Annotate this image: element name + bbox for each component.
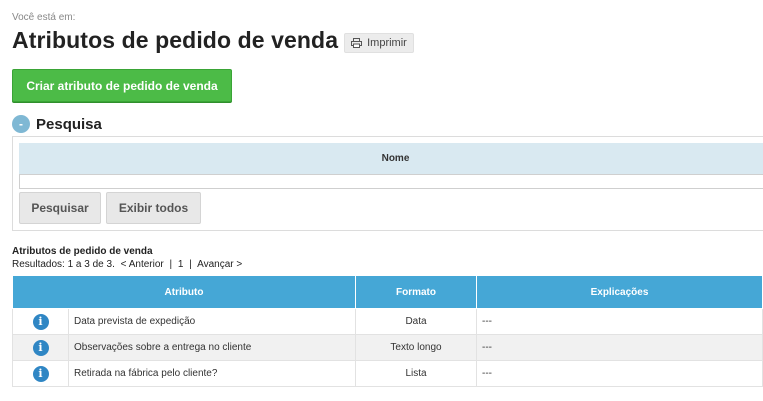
column-header-attribute[interactable]: Atributo (12, 275, 356, 309)
results-title: Atributos de pedido de venda (12, 246, 153, 257)
attribute-cell: Data prevista de expedição (68, 308, 356, 335)
table-row: i Observações sobre a entrega no cliente… (12, 334, 763, 361)
page-number[interactable]: 1 (178, 259, 184, 270)
pagination-separator: | (189, 259, 192, 270)
table-header-row: Atributo Formato Explicações (12, 275, 763, 309)
table-row: i Data prevista de expedição Data --- (12, 308, 763, 335)
previous-page-link[interactable]: < Anterior (121, 259, 164, 270)
format-cell: Texto longo (355, 334, 477, 361)
column-header-format[interactable]: Formato (355, 275, 477, 309)
printer-icon (351, 37, 363, 48)
format-cell: Data (355, 308, 477, 335)
column-header-explanations[interactable]: Explicações (476, 275, 763, 309)
attribute-cell: Retirada na fábrica pelo cliente? (68, 360, 356, 387)
explanation-cell: --- (476, 360, 763, 387)
results-pagination: Resultados: 1 a 3 de 3. < Anterior | 1 |… (12, 259, 245, 270)
search-panel: Nome Pesquisar Exibir todos (12, 136, 763, 231)
search-title: Pesquisa (36, 115, 102, 133)
print-label: Imprimir (367, 36, 407, 49)
explanation-cell: --- (476, 334, 763, 361)
name-column-header: Nome (19, 143, 763, 174)
info-icon[interactable]: i (32, 365, 49, 382)
breadcrumb: Você está em: (12, 12, 76, 23)
next-page-link[interactable]: Avançar > (197, 259, 242, 270)
table-row: i Retirada na fábrica pelo cliente? List… (12, 360, 763, 387)
search-button[interactable]: Pesquisar (19, 192, 101, 224)
search-section-header: - Pesquisa (12, 115, 102, 133)
show-all-button[interactable]: Exibir todos (106, 192, 201, 224)
info-icon[interactable]: i (32, 339, 49, 356)
print-button[interactable]: Imprimir (344, 32, 414, 53)
create-attribute-button[interactable]: Criar atributo de pedido de venda (12, 69, 232, 102)
pagination-separator: | (169, 259, 173, 270)
title-row: Atributos de pedido de venda Imprimir (12, 27, 414, 54)
page-title: Atributos de pedido de venda (12, 27, 339, 53)
explanation-cell: --- (476, 308, 763, 335)
name-search-input[interactable] (19, 174, 763, 189)
info-icon[interactable]: i (32, 313, 49, 330)
format-cell: Lista (355, 360, 477, 387)
results-summary: Resultados: 1 a 3 de 3. (12, 259, 115, 270)
attribute-cell: Observações sobre a entrega no cliente (68, 334, 356, 361)
results-table: Atributo Formato Explicações i Data prev… (12, 275, 763, 387)
collapse-icon[interactable]: - (12, 115, 30, 133)
